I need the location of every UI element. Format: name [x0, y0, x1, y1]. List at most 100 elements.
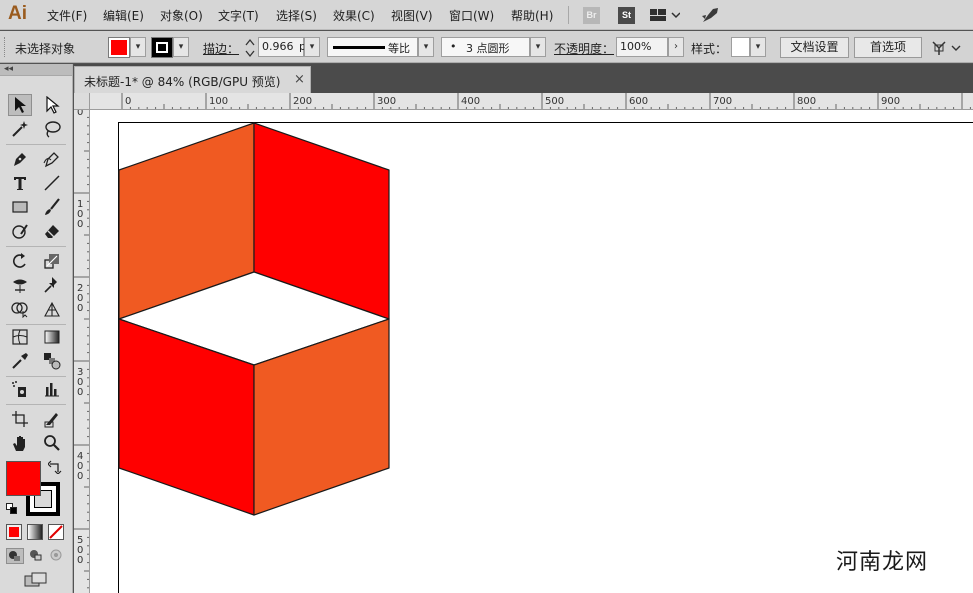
artboard-tool[interactable] [8, 408, 32, 430]
brush-dropdown[interactable]: ▾ [530, 37, 546, 57]
menu-type[interactable]: 文字(T) [218, 7, 259, 24]
line-segment-tool[interactable] [40, 172, 64, 194]
selection-tool[interactable] [8, 94, 32, 116]
fill-proxy[interactable] [6, 461, 41, 496]
stroke-dropdown[interactable]: ▾ [173, 37, 189, 57]
menu-view[interactable]: 视图(V) [391, 7, 433, 24]
horizontal-ruler[interactable]: 0 100 200 300 400 500 600 700 800 900 [90, 93, 973, 110]
brush-definition[interactable]: • 3 点圆形 [441, 37, 530, 57]
opacity-arrow[interactable]: › [668, 37, 684, 57]
shape-builder-icon [11, 302, 28, 318]
swap-icon [47, 460, 62, 475]
magic-wand-icon [12, 121, 28, 137]
mesh-tool[interactable] [8, 326, 32, 348]
shaper-tool[interactable] [8, 220, 32, 242]
stroke-weight-field[interactable]: 0.966 p [258, 37, 306, 57]
graphic-style-swatch[interactable] [731, 37, 750, 57]
stroke-label[interactable]: 描边： [203, 40, 239, 57]
profile-dropdown[interactable]: ▾ [418, 37, 434, 57]
document-setup-button[interactable]: 文档设置 [780, 37, 849, 58]
zoom-tool[interactable] [40, 432, 64, 454]
graphic-style-dropdown[interactable]: ▾ [750, 37, 766, 57]
ruler-origin[interactable] [74, 93, 90, 110]
menu-effect[interactable]: 效果(C) [333, 7, 375, 24]
ruler-label: 0 [77, 110, 83, 118]
perspective-grid-tool[interactable] [40, 298, 64, 320]
watermark-text: 河南龙网 [836, 550, 929, 575]
menu-help[interactable]: 帮助(H) [511, 7, 553, 24]
document-tab-title: 未标题-1* @ 84% (RGB/GPU 预览) [84, 75, 281, 89]
draw-normal-button[interactable] [6, 548, 24, 564]
arrange-documents-button[interactable] [930, 39, 964, 57]
color-mode-button[interactable] [6, 524, 22, 540]
default-fill-stroke-button[interactable] [6, 503, 18, 515]
stroke-color-chip [156, 42, 168, 53]
hand-tool[interactable] [8, 432, 32, 454]
variable-width-profile[interactable]: 等比 [327, 37, 418, 57]
grip-handle[interactable] [4, 37, 6, 57]
puppet-warp-tool[interactable] [40, 274, 64, 296]
selection-status: 未选择对象 [15, 42, 76, 56]
menu-window[interactable]: 窗口(W) [449, 7, 494, 24]
ruler-label: 0 [77, 387, 83, 398]
preferences-button[interactable]: 首选项 [854, 37, 922, 58]
swap-fill-stroke-button[interactable] [47, 460, 62, 475]
stroke-weight-dropdown[interactable]: ▾ [304, 37, 320, 57]
type-icon [14, 177, 26, 190]
type-tool[interactable] [8, 172, 32, 194]
lasso-tool[interactable] [40, 118, 64, 140]
brush-label: 3 点圆形 [466, 42, 510, 55]
menu-object[interactable]: 对象(O) [160, 7, 203, 24]
screen-mode-icon [24, 572, 47, 587]
artboard[interactable] [90, 110, 973, 593]
rotate-tool[interactable] [8, 250, 32, 272]
screen-mode-button[interactable] [24, 572, 48, 588]
eraser-tool[interactable] [40, 220, 64, 242]
tool-divider [6, 246, 66, 247]
bridge-button[interactable]: Br [583, 7, 600, 24]
brush-dot-icon: • [450, 40, 457, 53]
draw-behind-button[interactable] [27, 548, 45, 564]
shape-builder-tool[interactable] [8, 298, 32, 320]
menu-edit[interactable]: 编辑(E) [103, 7, 144, 24]
paintbrush-tool[interactable] [40, 196, 64, 218]
rectangle-icon [12, 201, 28, 213]
canvas[interactable] [90, 110, 973, 593]
pen-tool[interactable] [8, 148, 32, 170]
column-graph-tool[interactable] [40, 378, 64, 400]
slice-tool[interactable] [40, 408, 64, 430]
stepper-icon [245, 38, 255, 58]
vertical-ruler[interactable]: 0100200300400500 [74, 110, 90, 593]
gradient-mode-button[interactable] [27, 524, 43, 540]
draw-inside-button[interactable] [48, 548, 66, 564]
ruler-label: 400 [461, 96, 480, 107]
fill-dropdown[interactable]: ▾ [130, 37, 146, 57]
rocket-icon [702, 8, 718, 22]
fill-swatch[interactable] [108, 37, 130, 58]
menu-file[interactable]: 文件(F) [47, 7, 87, 24]
stock-button[interactable]: St [618, 7, 635, 24]
stroke-swatch[interactable] [151, 37, 173, 58]
width-icon [13, 279, 27, 293]
none-mode-button[interactable] [48, 524, 64, 540]
close-tab-icon[interactable]: × [294, 72, 305, 87]
stroke-weight-stepper[interactable] [243, 38, 257, 58]
curvature-tool[interactable] [40, 148, 64, 170]
magic-wand-tool[interactable] [8, 118, 32, 140]
scale-tool[interactable] [40, 250, 64, 272]
workspace-switcher-button[interactable] [650, 8, 681, 24]
direct-selection-tool[interactable] [40, 94, 64, 116]
tools-panel-header[interactable]: ◂◂ [0, 64, 72, 76]
opacity-field[interactable]: 100% [616, 37, 668, 57]
document-tab[interactable]: 未标题-1* @ 84% (RGB/GPU 预览) × [74, 66, 311, 93]
blend-tool[interactable] [40, 350, 64, 372]
menu-select[interactable]: 选择(S) [276, 7, 317, 24]
perspective-grid-icon [44, 301, 60, 317]
gradient-tool[interactable] [40, 326, 64, 348]
eyedropper-tool[interactable] [8, 350, 32, 372]
width-tool[interactable] [8, 274, 32, 296]
rectangle-tool[interactable] [8, 196, 32, 218]
opacity-label[interactable]: 不透明度： [554, 40, 614, 57]
symbol-sprayer-tool[interactable] [8, 378, 32, 400]
rocket-button[interactable] [700, 6, 720, 24]
